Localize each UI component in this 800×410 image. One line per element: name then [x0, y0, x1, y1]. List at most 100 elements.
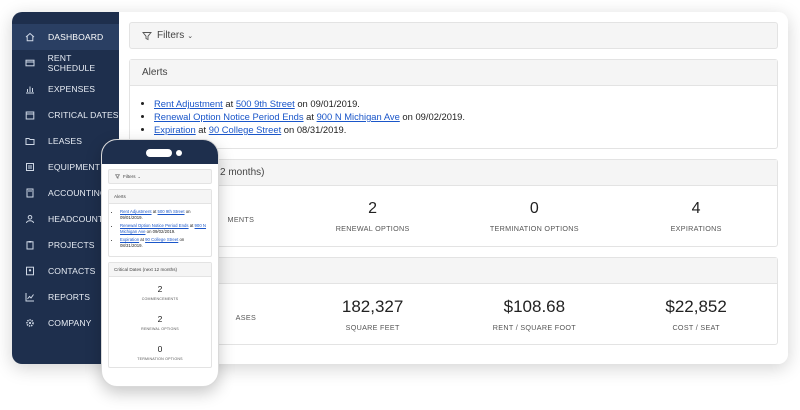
sidebar-item-label: HEADCOUNT: [48, 214, 104, 224]
folder-icon: [24, 135, 36, 147]
alert-date: on 09/01/2019.: [294, 98, 360, 109]
stat-value: $22,852: [665, 296, 727, 316]
alert-text: at: [195, 124, 209, 135]
property-link[interactable]: 90 College Street: [145, 237, 178, 242]
phone-critical-dates-title: Critical Dates (next 12 months): [109, 263, 211, 278]
critical-dates-card: 2 months) MENTS 2 RENEWAL OPTIONS 0 TERMIN…: [129, 159, 778, 247]
stat-value: 2: [157, 313, 163, 324]
phone-camera: [176, 150, 182, 156]
stat-square-feet: 182,327 SQUARE FEET: [292, 284, 454, 344]
list-item: Renewal Option Notice Period Ends at 900…: [120, 223, 206, 236]
dashboard-main: Filters ⌄ Alerts Rent Adjustment at 500 …: [119, 12, 788, 364]
sidebar-item-label: ACCOUNTING: [48, 188, 107, 198]
alert-link[interactable]: Renewal Option Notice Period Ends: [120, 223, 189, 228]
stat-label: ASES: [235, 312, 257, 322]
stat-label: TERMINATION OPTIONS: [137, 356, 183, 361]
stat-value: $108.68: [503, 296, 566, 316]
phone-stat-commencements: 2 COMMENCEMENTS: [109, 277, 211, 307]
sidebar-item-label: CRITICAL DATES: [48, 110, 119, 120]
chevron-down-icon: ⌄: [187, 32, 194, 40]
sidebar-item-label: PROJECTS: [48, 240, 95, 250]
filter-icon: [115, 174, 120, 179]
alert-date: on 09/02/2019.: [399, 111, 465, 122]
alerts-card: Alerts Rent Adjustment at 500 9th Street…: [129, 59, 778, 149]
user-icon: [24, 213, 36, 225]
stat-renewal-options: 2 RENEWAL OPTIONS: [292, 186, 454, 246]
property-link[interactable]: 90 College Street: [209, 124, 281, 135]
stat-rent-per-square-foot: $108.68 RENT / SQUARE FOOT: [454, 284, 616, 344]
filter-icon: [142, 31, 152, 41]
alert-link[interactable]: Renewal Option Notice Period Ends: [154, 111, 304, 122]
gear-icon: [24, 317, 36, 329]
phone-alerts-title: Alerts: [109, 190, 211, 204]
stat-value: 182,327: [341, 296, 404, 316]
chevron-down-icon: ⌄: [137, 174, 141, 179]
alert-date: on 09/02/2019.: [145, 229, 176, 235]
stat-label: RENEWAL OPTIONS: [141, 326, 179, 331]
portfolio-card: ASES 182,327 SQUARE FEET $108.68 RENT / SQ…: [129, 257, 778, 345]
calendar-icon: [24, 109, 36, 121]
phone-stat-termination-options: 0 TERMINATION OPTIONS: [109, 337, 211, 367]
sidebar-item-label: EXPENSES: [48, 84, 96, 94]
portfolio-header: [130, 258, 777, 284]
alert-text: at: [303, 111, 317, 122]
property-link[interactable]: 500 9th Street: [236, 98, 295, 109]
stat-value: 4: [691, 199, 701, 217]
list-item: Rent Adjustment at 500 9th Street on 09/…: [120, 209, 206, 222]
stat-value: 0: [529, 199, 539, 217]
calculator-icon: [24, 187, 36, 199]
sidebar-item-label: EQUIPMENT: [48, 162, 100, 172]
home-icon: [24, 31, 36, 43]
chart-icon: [24, 291, 36, 303]
sidebar-item-label: COMPANY: [48, 318, 92, 328]
sidebar-item-label: LEASES: [48, 136, 83, 146]
alert-link[interactable]: Expiration: [120, 237, 139, 242]
stat-label: COST / SEAT: [672, 322, 720, 332]
alert-date: on 08/31/2019.: [281, 124, 347, 135]
alert-link[interactable]: Expiration: [154, 124, 196, 135]
stat-expirations: 4 EXPIRATIONS: [615, 186, 777, 246]
list-item: Renewal Option Notice Period Ends at 900…: [154, 110, 765, 123]
stat-label: RENEWAL OPTIONS: [335, 223, 410, 233]
portfolio-stats: ASES 182,327 SQUARE FEET $108.68 RENT / SQ…: [130, 284, 777, 344]
list-item: Rent Adjustment at 500 9th Street on 09/…: [154, 97, 765, 110]
stat-label: COMMENCEMENTS: [141, 296, 179, 301]
stat-cost-per-seat: $22,852 COST / SEAT: [615, 284, 777, 344]
property-link[interactable]: 900 N Michigan Ave: [317, 111, 400, 122]
phone-filters-label: Filters: [123, 174, 136, 179]
stat-label: TERMINATION OPTIONS: [489, 223, 579, 233]
clipboard-icon: [24, 239, 36, 251]
monitor-icon: [24, 161, 36, 173]
filters-button[interactable]: Filters ⌄: [129, 22, 778, 49]
sidebar-item-rent-schedule[interactable]: RENT SCHEDULE: [12, 50, 119, 76]
phone-filters-button[interactable]: Filters ⌄: [108, 169, 212, 184]
alert-link[interactable]: Rent Adjustment: [120, 209, 152, 214]
phone-alerts-list: Rent Adjustment at 500 9th Street on 09/…: [109, 204, 211, 256]
stat-termination-options: 0 TERMINATION OPTIONS: [454, 186, 616, 246]
sidebar-item-label: RENT SCHEDULE: [47, 53, 96, 73]
alerts-list: Rent Adjustment at 500 9th Street on 09/…: [130, 86, 777, 148]
list-item: Expiration at 90 College Street on 08/31…: [120, 237, 206, 250]
property-link[interactable]: 500 9th Street: [158, 209, 185, 214]
critical-dates-stats: MENTS 2 RENEWAL OPTIONS 0 TERMINATION OPTI…: [130, 186, 777, 246]
phone-header: [102, 140, 218, 164]
alert-link[interactable]: Rent Adjustment: [154, 98, 223, 109]
phone-mockup: Filters ⌄ Alerts Rent Adjustment at 500 …: [101, 139, 219, 387]
critical-dates-title: 2 months): [220, 167, 265, 178]
sidebar-item-dashboard[interactable]: DASHBOARD: [12, 24, 119, 50]
stat-label: RENT / SQUARE FOOT: [492, 322, 576, 332]
stat-value: 0: [157, 343, 163, 354]
stat-value: 2: [368, 199, 378, 217]
card-icon: [24, 57, 36, 69]
list-item: Expiration at 90 College Street on 08/31…: [154, 123, 765, 136]
sidebar-item-critical-dates[interactable]: CRITICAL DATES: [12, 102, 119, 128]
alert-text: at: [222, 98, 236, 109]
sidebar-item-label: REPORTS: [48, 292, 91, 302]
phone-stat-renewal-options: 2 RENEWAL OPTIONS: [109, 307, 211, 337]
address-book-icon: [24, 265, 36, 277]
sidebar-item-expenses[interactable]: EXPENSES: [12, 76, 119, 102]
phone-screen: Filters ⌄ Alerts Rent Adjustment at 500 …: [102, 164, 218, 378]
phone-speaker: [146, 149, 172, 157]
sidebar-item-label: DASHBOARD: [48, 32, 104, 42]
filters-label: Filters: [157, 30, 185, 41]
